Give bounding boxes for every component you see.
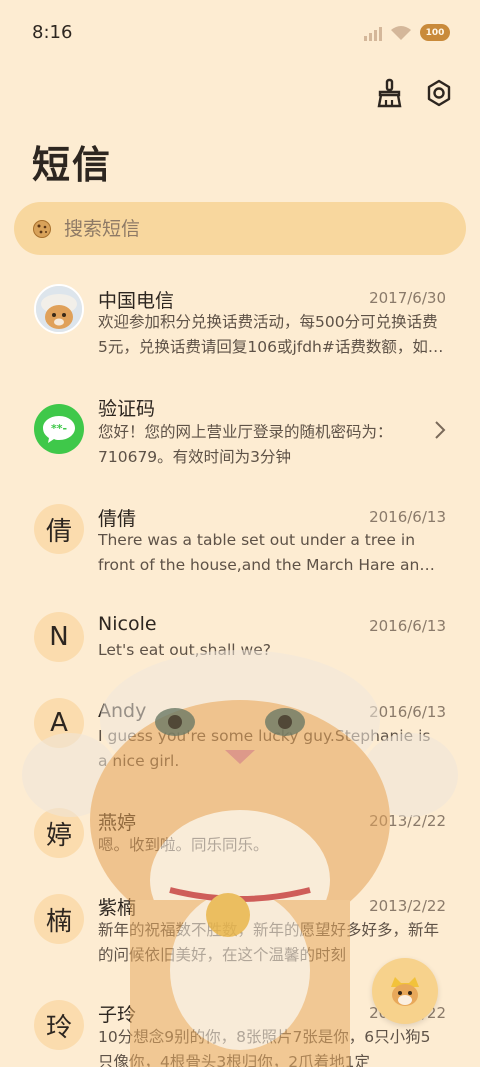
verify-code-glyph: **- (51, 422, 67, 435)
message-preview: 嗯。收到啦。同乐同乐。 (98, 836, 269, 854)
avatar: 倩 (34, 504, 84, 554)
avatar: 婷 (34, 808, 84, 858)
cat-avatar (34, 284, 84, 334)
cookie-icon (33, 219, 51, 238)
sender-name: Andy (98, 700, 147, 722)
new-message-button[interactable] (372, 958, 438, 1024)
sender-name: 紫楠 (98, 897, 137, 919)
message-date: 2013/2/22 (369, 812, 446, 830)
settings-button[interactable] (424, 78, 454, 108)
status-time: 8:16 (32, 22, 73, 43)
clean-brush-button[interactable] (374, 78, 404, 108)
avatar: 楠 (34, 894, 84, 944)
avatar: A (34, 698, 84, 748)
status-icons: 100 (364, 24, 450, 41)
message-date: 2016/6/13 (369, 617, 446, 635)
cat-icon (391, 977, 419, 1006)
message-item[interactable]: 倩 倩倩 2016/6/13 There was a table set out… (0, 492, 480, 592)
message-item[interactable]: **- 验证码 您好！您的网上营业厅登录的随机密码为：710679。有效时间为3… (0, 380, 480, 480)
chevron-right-icon[interactable] (434, 420, 446, 440)
message-date: 2017/6/30 (369, 289, 446, 307)
messages-screen: 8:16 100 短信 搜索短信 中国电信 2017/6/30 欢迎参加积分兑换… (0, 0, 480, 1067)
message-preview: There was a table set out under a tree i… (98, 531, 430, 574)
toolbar (374, 78, 454, 108)
status-bar: 8:16 100 (0, 0, 480, 68)
message-item[interactable]: A Andy 2016/6/13 I guess you're some luc… (0, 688, 480, 788)
signal-icon (364, 25, 382, 41)
search-bar[interactable] (14, 202, 466, 255)
cat-avatar-icon (36, 286, 82, 332)
sender-name: 子玲 (98, 1004, 137, 1026)
message-item[interactable]: 婷 燕婷 2013/2/22 嗯。收到啦。同乐同乐。 (0, 800, 480, 900)
verify-code-avatar: **- (34, 404, 84, 454)
message-preview: 您好！您的网上营业厅登录的随机密码为：710679。有效时间为3分钟 (98, 423, 393, 466)
sender-name: 中国电信 (98, 290, 175, 312)
message-preview: 10分想念9别的你，8张照片7张是你，6只小狗5只像你，4根骨头3根归你，2爪着… (98, 1028, 431, 1067)
chat-bubble-icon: **- (43, 416, 75, 443)
avatar: N (34, 612, 84, 662)
message-preview: 欢迎参加积分兑换话费活动，每500分可兑换话费5元，兑换话费请回复106或jfd… (98, 313, 438, 356)
gear-icon (427, 79, 451, 107)
message-item[interactable]: N Nicole 2016/6/13 Let's eat out,shall w… (0, 602, 480, 702)
brush-icon (377, 78, 402, 108)
message-preview: I guess you're some lucky guy.Stephanie … (98, 727, 431, 770)
avatar: 玲 (34, 1000, 84, 1050)
message-preview: Let's eat out,shall we? (98, 641, 271, 659)
message-item[interactable]: 中国电信 2017/6/30 欢迎参加积分兑换话费活动，每500分可兑换话费5元… (0, 270, 480, 370)
search-input[interactable] (64, 217, 424, 240)
message-date: 2013/2/22 (369, 897, 446, 915)
sender-name: Nicole (98, 613, 157, 635)
message-date: 2016/6/13 (369, 508, 446, 526)
wifi-icon (391, 25, 411, 40)
sender-name: 倩倩 (98, 508, 137, 530)
sender-name: 验证码 (98, 398, 156, 420)
battery-icon: 100 (420, 24, 450, 41)
page-title: 短信 (32, 143, 113, 187)
sender-name: 燕婷 (98, 812, 137, 834)
message-date: 2016/6/13 (369, 703, 446, 721)
